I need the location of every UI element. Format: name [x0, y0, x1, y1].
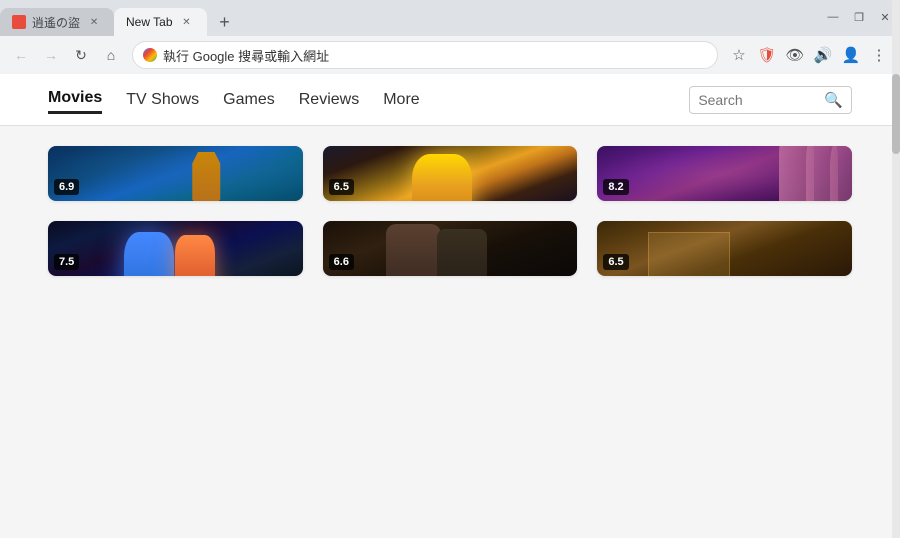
profile-icon[interactable]: 👤 [838, 42, 864, 68]
nav-tab-movies[interactable]: Movies [48, 85, 102, 114]
rating-badge-dragonball: 7.5 [54, 254, 79, 270]
tab2-title: New Tab [126, 15, 172, 29]
movie-card-bumblebee[interactable]: 6.5 Bumblebee: The Movie Votes: 999 [323, 146, 578, 201]
rating-badge-aquaman: 6.9 [54, 179, 79, 195]
nav-tab-tv-shows[interactable]: TV Shows [126, 87, 199, 113]
movie-card-aquaman[interactable]: 6.9 Aquaman Votes: 3071 [48, 146, 303, 201]
nav-tab-more[interactable]: More [383, 87, 419, 113]
reload-button[interactable]: ↻ [68, 42, 94, 68]
movie-poster-bumblebee: 6.5 [323, 146, 578, 201]
movie-poster-aquaman: 6.9 [48, 146, 303, 201]
browser-window: 逍遙の盜 ✕ New Tab ✕ + — ❐ ✕ ← → ↻ ⌂ [0, 0, 900, 538]
aquaman-figure [186, 152, 226, 202]
browser-tab-1[interactable]: 逍遙の盜 ✕ [0, 8, 114, 36]
scrollbar-thumb[interactable] [892, 74, 900, 154]
menu-icon[interactable]: ⋮ [866, 42, 892, 68]
tab1-favicon [12, 15, 26, 29]
movie-poster-creed: 6.6 [323, 221, 578, 276]
browser-frame: 逍遙の盜 ✕ New Tab ✕ + — ❐ ✕ ← → ↻ ⌂ [0, 0, 900, 74]
rating-badge-bumblebee: 6.5 [329, 179, 354, 195]
movie-grid: 6.9 Aquaman Votes: 3071 6.5 Bumblebee: T… [0, 126, 900, 296]
movie-card-dragonball[interactable]: 7.5 Dragon Ball Super: Broly Votes: 1240 [48, 221, 303, 276]
rating-badge-room: 6.5 [603, 254, 628, 270]
back-button[interactable]: ← [8, 42, 34, 68]
scrollbar-track[interactable] [892, 0, 900, 538]
tab1-close[interactable]: ✕ [86, 14, 102, 30]
forward-button[interactable]: → [38, 42, 64, 68]
address-bar[interactable]: 執行 Google 搜尋或輸入網址 [132, 41, 718, 69]
tab1-title: 逍遙の盜 [32, 14, 80, 31]
movie-poster-dragonball: 7.5 [48, 221, 303, 276]
home-button[interactable]: ⌂ [98, 42, 124, 68]
address-text: 執行 Google 搜尋或輸入網址 [163, 46, 707, 65]
media-icon[interactable]: 🔊 [810, 42, 836, 68]
new-tab-button[interactable]: + [211, 8, 239, 36]
google-favicon [143, 48, 157, 62]
faces-silhouette [597, 146, 852, 201]
nav-tabs: Movies TV Shows Games Reviews More [48, 85, 420, 114]
nav-tab-games[interactable]: Games [223, 87, 275, 113]
search-input[interactable] [698, 92, 818, 108]
movie-card-creed[interactable]: 6.6 Creed II Votes: 2150 [323, 221, 578, 276]
movie-poster-room: 6.5 [597, 221, 852, 276]
shield-icon[interactable]: 🛡 [754, 42, 780, 68]
toolbar-icons: ☆ 🛡 👁 🔊 👤 ⋮ [726, 42, 892, 68]
browser-tab-2[interactable]: New Tab ✕ [114, 8, 206, 36]
browser-toolbar: ← → ↻ ⌂ 執行 Google 搜尋或輸入網址 ☆ 🛡 👁 🔊 👤 ⋮ [0, 36, 900, 74]
minimize-button[interactable]: — [822, 6, 844, 28]
search-box[interactable]: 🔍 [689, 86, 852, 114]
movie-card-bohemian[interactable]: 8.2 Bohemian Rhapsody Votes: 4168 [597, 146, 852, 201]
nav-tab-reviews[interactable]: Reviews [299, 87, 359, 113]
movie-poster-bohemian: 8.2 [597, 146, 852, 201]
movie-card-room[interactable]: 6.5 The Haunting of Hill House Votes: 33… [597, 221, 852, 276]
bookmark-icon[interactable]: ☆ [726, 42, 752, 68]
face-3 [830, 146, 852, 201]
search-icon: 🔍 [824, 91, 843, 109]
account-icon[interactable]: 👁 [782, 42, 808, 68]
rating-badge-bohemian: 8.2 [603, 179, 628, 195]
nav-bar: Movies TV Shows Games Reviews More 🔍 [0, 74, 900, 126]
rating-badge-creed: 6.6 [329, 254, 354, 270]
page-content: Movies TV Shows Games Reviews More 🔍 6.9 [0, 74, 900, 538]
maximize-button[interactable]: ❐ [848, 6, 870, 28]
tab2-close[interactable]: ✕ [179, 14, 195, 30]
